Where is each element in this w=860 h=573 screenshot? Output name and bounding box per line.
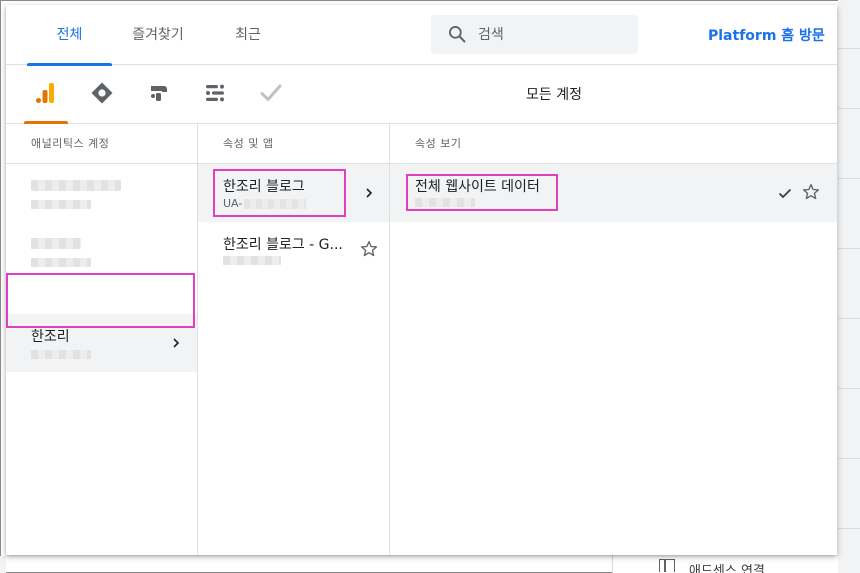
product-optimize[interactable] — [135, 65, 183, 124]
redacted-account-name — [31, 238, 81, 249]
view-name: 전체 웹사이트 데이터 — [415, 179, 540, 195]
property-name: 한조리 블로그 — [223, 179, 305, 195]
product-analytics[interactable] — [22, 65, 70, 124]
redacted-account-id — [31, 200, 91, 209]
tab-recent[interactable]: 최근 — [220, 5, 276, 65]
search-input[interactable] — [478, 15, 628, 54]
redacted-account-id — [31, 350, 91, 359]
product-data-studio[interactable] — [191, 65, 239, 124]
account-row[interactable] — [6, 226, 197, 284]
views-column-header: 속성 보기 — [390, 124, 837, 164]
account-row[interactable] — [6, 168, 197, 226]
search-box[interactable] — [431, 15, 638, 54]
accounts-column-header: 애널리틱스 계정 — [6, 124, 197, 164]
tab-favorites[interactable]: 즐겨찾기 — [120, 5, 196, 65]
search-icon — [449, 26, 466, 43]
background-app-left — [0, 556, 6, 573]
tag-manager-icon — [91, 82, 113, 104]
property-id: UA- — [223, 197, 307, 210]
properties-column: 속성 및 앱 한조리 블로그 UA- 한조리 블로그 - G... — [198, 124, 390, 555]
analytics-icon — [36, 83, 54, 103]
account-name: 한조리 — [31, 329, 70, 345]
chevron-right-icon — [173, 338, 180, 348]
account-picker-popup: 전체 즐겨찾기 최근 Platform 홈 방문 — [6, 5, 837, 555]
platform-home-link[interactable]: Platform 홈 방문 — [708, 25, 825, 45]
property-row-selected[interactable]: 한조리 블로그 UA- — [198, 164, 389, 222]
account-row-selected[interactable]: 한조리 — [6, 314, 197, 372]
chevron-right-icon — [366, 188, 373, 198]
redacted-view-id — [415, 198, 475, 207]
redacted-property-id — [223, 256, 281, 265]
checkmark-icon — [778, 188, 792, 199]
star-outline-icon[interactable] — [359, 239, 379, 259]
property-name: 한조리 블로그 - G... — [223, 237, 343, 253]
optimize-icon — [151, 86, 167, 101]
redacted-account-name — [31, 180, 121, 191]
all-accounts-label: 모든 계정 — [526, 87, 582, 103]
product-tag-manager[interactable] — [78, 65, 126, 124]
product-surveys[interactable] — [247, 65, 295, 124]
tab-all[interactable]: 전체 — [27, 5, 112, 66]
table-icon — [659, 559, 675, 572]
views-column: 속성 보기 전체 웹사이트 데이터 — [390, 124, 837, 555]
property-row[interactable]: 한조리 블로그 - G... — [198, 222, 389, 280]
redacted-account-id — [31, 258, 91, 267]
accounts-column: 애널리틱스 계정 한조리 — [6, 124, 198, 555]
star-outline-icon[interactable] — [801, 182, 821, 202]
redacted-property-id — [244, 199, 307, 209]
adsense-link[interactable]: 애드센스 연결 — [689, 560, 765, 573]
view-row-selected[interactable]: 전체 웹사이트 데이터 — [390, 164, 837, 222]
surveys-icon — [260, 84, 282, 101]
product-switcher: 모든 계정 — [6, 65, 837, 124]
properties-column-header: 속성 및 앱 — [198, 124, 389, 164]
background-app-right — [838, 0, 860, 573]
picker-header: 전체 즐겨찾기 최근 Platform 홈 방문 — [6, 5, 837, 66]
data-studio-icon — [206, 84, 224, 102]
